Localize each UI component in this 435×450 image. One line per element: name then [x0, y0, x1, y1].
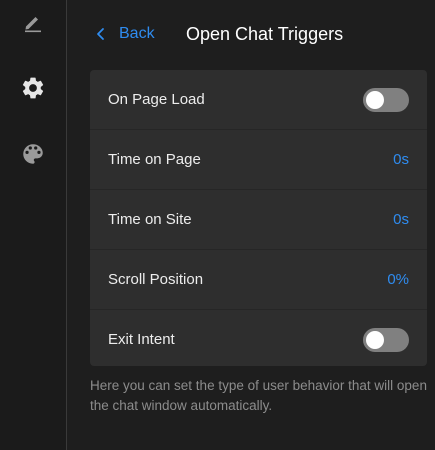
time-on-page-value[interactable]: 0s	[393, 130, 409, 189]
pencil-icon	[25, 17, 41, 33]
trigger-label: On Page Load	[108, 91, 205, 108]
chevron-left-icon	[97, 28, 104, 40]
palette-icon	[23, 144, 43, 164]
page-title: Open Chat Triggers	[186, 24, 344, 44]
time-on-site-value[interactable]: 0s	[393, 190, 409, 249]
back-label: Back	[119, 25, 155, 42]
back-button[interactable]: Back	[94, 22, 155, 46]
trigger-row-exit-intent: Exit Intent	[90, 310, 427, 366]
app-window: Back Open Chat Triggers On Page Load Tim…	[0, 0, 435, 450]
trigger-row-time-on-page: Time on Page 0s	[90, 130, 427, 190]
toggle-knob	[366, 91, 384, 109]
trigger-row-on-page-load: On Page Load	[90, 70, 427, 130]
main-panel: Back Open Chat Triggers On Page Load Tim…	[68, 0, 435, 450]
rail-item-theme[interactable]	[13, 134, 53, 174]
rail-item-settings[interactable]	[13, 68, 53, 108]
trigger-label: Time on Site	[108, 211, 192, 228]
scroll-position-value[interactable]: 0%	[387, 250, 409, 309]
trigger-label: Time on Page	[108, 151, 201, 168]
on-page-load-toggle[interactable]	[363, 88, 409, 112]
trigger-row-scroll-position: Scroll Position 0%	[90, 250, 427, 310]
panel-header: Back Open Chat Triggers	[68, 0, 435, 70]
side-rail	[0, 0, 67, 450]
rail-item-edit[interactable]	[13, 2, 53, 42]
trigger-label: Exit Intent	[108, 331, 175, 348]
gear-icon	[22, 77, 44, 99]
trigger-label: Scroll Position	[108, 271, 204, 288]
triggers-card: On Page Load Time on Page 0s Time on Sit…	[90, 70, 427, 366]
toggle-knob	[366, 331, 384, 349]
trigger-row-time-on-site: Time on Site 0s	[90, 190, 427, 250]
helper-text: Here you can set the type of user behavi…	[90, 378, 427, 413]
exit-intent-toggle[interactable]	[363, 328, 409, 352]
